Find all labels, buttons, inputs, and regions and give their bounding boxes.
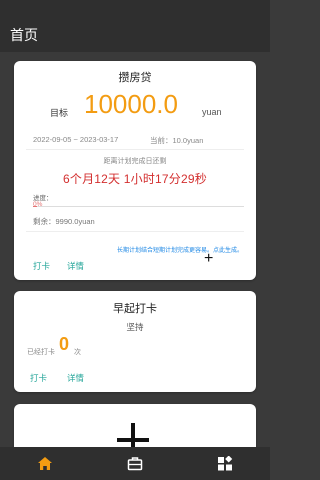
page-title: 首页 (10, 27, 38, 43)
checkin-button[interactable]: 打卡 (33, 260, 50, 272)
countdown-label: 距离计划完成日还剩 (103, 158, 167, 165)
divider (26, 231, 244, 232)
date-range: 2022-09-05 ~ 2023-03-17 (33, 135, 119, 144)
done-unit: 次 (74, 349, 81, 356)
divider (26, 149, 244, 150)
done-count: 0 (59, 334, 70, 354)
habit-card[interactable]: 早起打卡 坚持 已经打卡 0 次 打卡 详情 (14, 291, 256, 392)
plan-card[interactable]: 攒房贷 目标 10000.0 yuan 2022-09-05 ~ 2023-03… (14, 61, 256, 280)
goal-label: 目标 (50, 108, 69, 118)
countdown-timer: 6个月12天 1小时17分29秒 (63, 172, 207, 186)
bottom-nav (0, 447, 270, 480)
goal-value: 10000.0 (84, 89, 178, 119)
top-bar: 首页 (0, 0, 270, 52)
plan-title: 攒房贷 (118, 72, 152, 84)
briefcase-icon[interactable] (127, 456, 143, 471)
add-button[interactable]: + (204, 251, 213, 267)
goal-unit: yuan (202, 107, 222, 117)
home-icon[interactable] (37, 456, 53, 471)
progress-bar (33, 206, 244, 207)
checkin-button[interactable]: 打卡 (30, 372, 47, 384)
done-label: 已经打卡 (27, 349, 55, 356)
current-amount: 当前：10.0yuan (150, 136, 204, 145)
remaining-amount: 剩余：9990.0yuan (33, 217, 95, 226)
apps-icon[interactable] (217, 456, 233, 471)
progress-fill (33, 206, 38, 207)
details-button[interactable]: 详情 (67, 260, 84, 272)
habit-title: 早起打卡 (113, 303, 157, 315)
details-button[interactable]: 详情 (67, 372, 84, 384)
generate-plan-link[interactable]: 长期计划结合短期计划完成更容易。点此生成。 (117, 245, 243, 254)
habit-motto: 坚持 (126, 322, 144, 332)
